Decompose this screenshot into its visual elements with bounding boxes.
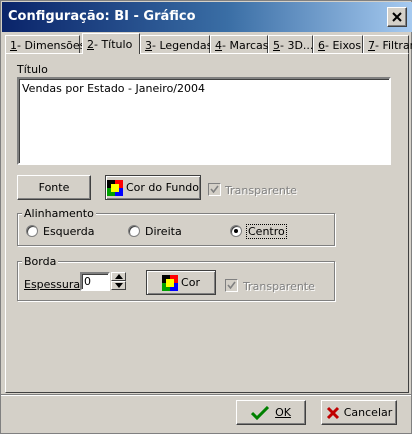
tab-hotkey: 5 — [273, 39, 280, 52]
tab-hotkey: 2 — [87, 38, 94, 51]
tab-label: - Marcas — [222, 39, 269, 52]
borda-transparente-checkbox[interactable] — [225, 279, 238, 292]
centro-label: Centro — [246, 224, 287, 239]
tab-label: - Legendas — [152, 39, 213, 52]
direita-label: Direita — [145, 225, 182, 238]
window-title: Configuração: BI - Gráfico — [8, 9, 196, 24]
transparente-checkbox[interactable] — [208, 183, 221, 196]
cancelar-label: Cancelar — [343, 406, 393, 419]
alinhamento-title: Alinhamento — [22, 207, 96, 220]
titulo-textarea[interactable]: Vendas por Estado - Janeiro/2004 — [17, 77, 391, 165]
tab-hotkey: 6 — [318, 39, 325, 52]
tab-filtrar[interactable]: 7- Filtrar — [363, 35, 412, 53]
dialog-window: Configuração: BI - Gráfico 1- Dimensões … — [0, 0, 412, 434]
cor-do-fundo-button[interactable]: Cor do Fundo — [105, 175, 201, 200]
title-bar[interactable]: Configuração: BI - Gráfico — [2, 2, 412, 32]
cor-do-fundo-label: Cor do Fundo — [125, 181, 200, 194]
footer-divider — [1, 394, 411, 396]
color-palette-icon — [162, 274, 179, 291]
tab-legendas[interactable]: 3- Legendas — [140, 35, 213, 53]
spin-down-button[interactable] — [111, 281, 126, 290]
cancel-x-icon — [326, 406, 339, 419]
tab-label: - 3D... — [280, 39, 314, 52]
tab-3d[interactable]: 5- 3D... — [268, 35, 313, 53]
tab-label: - Filtrar — [375, 39, 412, 52]
tab-marcas[interactable]: 4- Marcas — [210, 35, 269, 53]
arrow-down-icon — [115, 283, 123, 288]
ok-label: OK — [275, 406, 291, 419]
borda-title: Borda — [22, 255, 59, 268]
radio-esquerda[interactable] — [26, 225, 38, 237]
arrow-up-icon — [115, 274, 123, 279]
ok-button[interactable]: OK — [236, 400, 306, 425]
fonte-button[interactable]: Fonte — [17, 175, 91, 200]
radio-direita[interactable] — [128, 225, 140, 237]
titulo-label: Título — [17, 63, 48, 76]
radio-selected-dot — [234, 229, 238, 233]
tab-strip: 1- Dimensões 2- Título 3- Legendas 4- Ma… — [5, 33, 412, 54]
tab-dimensoes[interactable]: 1- Dimensões — [5, 35, 85, 53]
checkmark-icon — [210, 185, 219, 194]
transparente-label: Transparente — [225, 184, 297, 197]
tab-titulo[interactable]: 2- Título — [82, 33, 140, 54]
checkmark-icon — [227, 281, 236, 290]
borda-transparente-label: Transparente — [243, 280, 315, 293]
cancelar-button[interactable]: Cancelar — [321, 400, 397, 425]
close-button[interactable] — [387, 7, 407, 27]
espessura-input[interactable]: 0 — [80, 272, 110, 291]
tab-hotkey: 3 — [145, 39, 152, 52]
tab-label: - Dimensões — [17, 39, 86, 52]
cor-button[interactable]: Cor — [146, 270, 216, 295]
color-palette-icon — [106, 179, 123, 196]
tab-hotkey: 7 — [368, 39, 375, 52]
esquerda-label: Esquerda — [43, 225, 95, 238]
checkmark-icon — [251, 405, 270, 420]
tab-label: - Título — [94, 38, 133, 51]
espessura-label: Espessura — [24, 278, 81, 291]
tab-hotkey: 1 — [10, 39, 17, 52]
tab-hotkey: 4 — [215, 39, 222, 52]
spin-up-button[interactable] — [111, 272, 126, 281]
tab-label: - Eixos — [325, 39, 362, 52]
tab-eixos[interactable]: 6- Eixos — [313, 35, 363, 53]
radio-centro[interactable] — [230, 225, 242, 237]
close-icon — [392, 12, 402, 22]
cor-label: Cor — [181, 276, 200, 289]
